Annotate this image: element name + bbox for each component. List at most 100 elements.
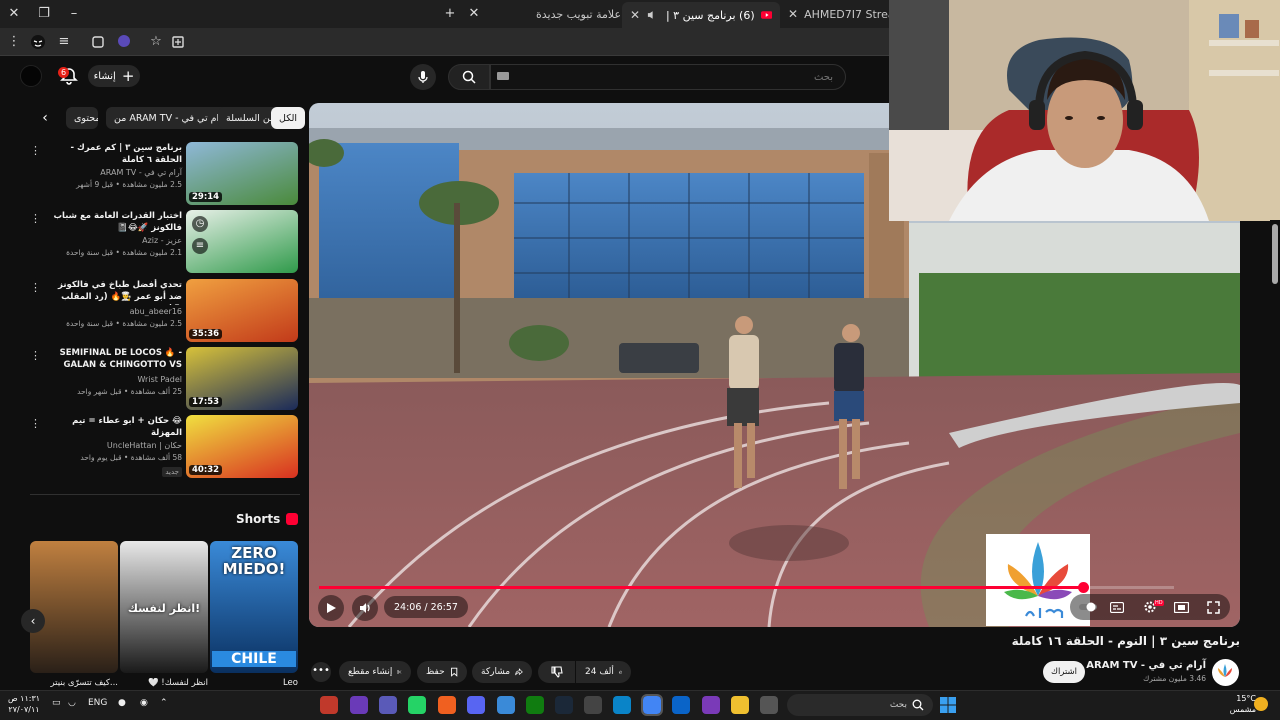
show-hidden-icons-icon[interactable]: ⌃	[160, 698, 168, 708]
chips-prev-icon[interactable]: ‹	[36, 110, 54, 128]
discord-icon[interactable]	[467, 696, 485, 714]
search-input[interactable]	[490, 64, 846, 90]
video-thumbnail[interactable]: 17:53	[186, 347, 298, 410]
keyboard-icon[interactable]	[497, 72, 509, 80]
video-thumbnail[interactable]: 35:36	[186, 279, 298, 342]
short-thumbnail[interactable]: انظر لنفسك!	[120, 541, 208, 673]
video-menu-icon[interactable]: ⋮	[30, 144, 41, 158]
video-progress-bar[interactable]	[319, 582, 1174, 593]
volume-button[interactable]	[352, 595, 378, 621]
voice-search-button[interactable]	[410, 64, 436, 90]
system-tray-icon[interactable]: ▭	[52, 698, 61, 708]
short-caption: انظر لنفسك! 🤍	[148, 678, 208, 688]
xbox-icon[interactable]	[526, 696, 544, 714]
autoplay-toggle[interactable]	[1078, 598, 1098, 616]
recommended-video[interactable]: ⋮ تحدي أفضل طباخ في فالكونز ضد أبو عمر 👨‍…	[30, 279, 300, 343]
video-meta: تحدي أفضل طباخ في فالكونز ضد أبو عمر 👨‍🍳…	[52, 279, 182, 329]
recommended-video[interactable]: ⋮ اختبار القدرات العامة مع شباب فالكونز 🚀…	[30, 210, 300, 274]
clip-button[interactable]: إنشاء مقطع	[339, 661, 411, 683]
play-button[interactable]	[318, 595, 344, 621]
keyboard-language[interactable]: ENG	[88, 698, 107, 708]
fullscreen-icon	[1206, 600, 1220, 614]
short-thumbnail[interactable]	[30, 541, 118, 673]
chip-content[interactable]: محتوى	[66, 107, 98, 129]
shorts-prev-button[interactable]: ‹	[21, 609, 45, 633]
save-button[interactable]: حفظ	[417, 661, 467, 683]
new-badge: جديد	[162, 467, 182, 477]
volume-icon	[360, 603, 370, 613]
account-avatar[interactable]	[20, 65, 42, 87]
video-thumbnail[interactable]: ◷ ≡	[186, 210, 298, 273]
wifi-icon[interactable]: ◡	[68, 698, 76, 708]
channel-name: عزيز - Aziz	[142, 236, 182, 245]
more-actions-button[interactable]: •••	[311, 662, 331, 682]
weather-widget[interactable]: 15°C مشمس	[1212, 693, 1256, 715]
whatsapp-icon[interactable]	[408, 696, 426, 714]
windows-start-icon[interactable]	[940, 697, 956, 713]
video-menu-icon[interactable]: ⋮	[30, 281, 41, 295]
video-menu-icon[interactable]: ⋮	[30, 417, 41, 431]
tab-close-icon[interactable]: ✕	[788, 7, 798, 21]
video-menu-icon[interactable]: ⋮	[30, 212, 41, 226]
network-tray-icon[interactable]: ◉	[140, 698, 148, 708]
chip-from-channel[interactable]: من ARAM TV - آرام تي في	[106, 107, 235, 129]
microphone-tray-icon[interactable]: ●	[118, 698, 126, 708]
outlook-icon[interactable]	[672, 696, 690, 714]
channel-avatar[interactable]	[1212, 659, 1239, 686]
share-button[interactable]: مشاركة	[472, 661, 532, 683]
taskbar-search-icon	[912, 699, 924, 711]
create-button[interactable]: إنشاء +	[88, 65, 140, 87]
bookmark-star-icon[interactable]: ☆	[148, 34, 164, 50]
recommended-video[interactable]: ⋮ SEMIFINAL DE LOCOS 🔥 - GALAN & CHINGOTT…	[30, 347, 300, 411]
playlist-icon[interactable]: ≡	[56, 34, 72, 50]
scissors-icon	[397, 670, 402, 674]
video-thumbnail[interactable]: 29:14	[186, 142, 298, 205]
file-explorer-icon[interactable]	[731, 696, 749, 714]
app-icon-1[interactable]	[320, 696, 338, 714]
page-scrollbar[interactable]	[1270, 220, 1280, 690]
extensions-icon[interactable]	[90, 34, 106, 50]
app-icon-5[interactable]	[760, 696, 778, 714]
tab-youtube-video[interactable]: ✕ (6) برنامج سين ٣ | النوم - الحـ	[622, 2, 780, 28]
fullscreen-button[interactable]	[1203, 598, 1223, 616]
extension-icon[interactable]	[116, 34, 132, 50]
teams-icon[interactable]	[379, 696, 397, 714]
search-button[interactable]	[448, 64, 490, 90]
app-icon-3[interactable]	[584, 696, 602, 714]
recommended-video[interactable]: ⋮ 😂 حكان + ابو عطاء = تيم المهزلة حكان | U…	[30, 415, 300, 479]
theater-mode-button[interactable]	[1171, 598, 1191, 616]
chip-all[interactable]: الكل	[271, 107, 305, 129]
dislike-button[interactable]	[538, 661, 575, 683]
like-button[interactable]: 24 ألف	[576, 661, 631, 683]
video-thumbnail[interactable]: 40:32	[186, 415, 298, 478]
app-icon-2[interactable]	[350, 696, 368, 714]
new-tab-icon[interactable]: +	[442, 6, 458, 22]
youtube-favicon-icon	[760, 11, 772, 19]
tab-close-icon[interactable]: ✕	[630, 8, 640, 22]
short-thumbnail[interactable]: ZERO MIEDO! CHILE	[210, 541, 298, 673]
brave-icon[interactable]	[438, 696, 456, 714]
edge-icon[interactable]	[613, 696, 631, 714]
close-window-icon[interactable]: ✕	[6, 6, 22, 22]
mute-tab-icon[interactable]	[646, 9, 657, 21]
taskbar-clock[interactable]: ١١:٣١ ص ٢٧/٠٧/١١	[4, 693, 44, 715]
restore-window-icon[interactable]: ❐	[36, 6, 52, 22]
app-icon-4[interactable]	[702, 696, 720, 714]
tab-close-icon[interactable]: ✕	[466, 6, 482, 22]
page-scrollbar-thumb[interactable]	[1272, 224, 1278, 284]
menu-dots-icon[interactable]: ⋮	[6, 34, 22, 50]
store-icon[interactable]	[497, 696, 515, 714]
recommended-video[interactable]: ⋮ برنامج سين ٣ | كم عمرك - الحلقة ٦ كاملة…	[30, 142, 300, 206]
subtitles-button[interactable]	[1107, 598, 1127, 616]
video-menu-icon[interactable]: ⋮	[30, 349, 41, 363]
watch-later-icon[interactable]: ◷	[192, 216, 208, 232]
install-app-icon[interactable]	[170, 34, 186, 50]
minimize-window-icon[interactable]: –	[66, 6, 82, 22]
add-to-queue-icon[interactable]: ≡	[192, 238, 208, 254]
video-meta: SEMIFINAL DE LOCOS 🔥 - GALAN & CHINGOTTO…	[52, 347, 182, 397]
profile-icon[interactable]	[30, 34, 46, 50]
channel-name[interactable]: آرام تي في - ARAM TV ●	[1076, 660, 1206, 671]
chrome-icon[interactable]	[641, 694, 663, 716]
steam-icon[interactable]	[555, 696, 573, 714]
subscribe-button[interactable]: اشتراك	[1043, 661, 1085, 683]
